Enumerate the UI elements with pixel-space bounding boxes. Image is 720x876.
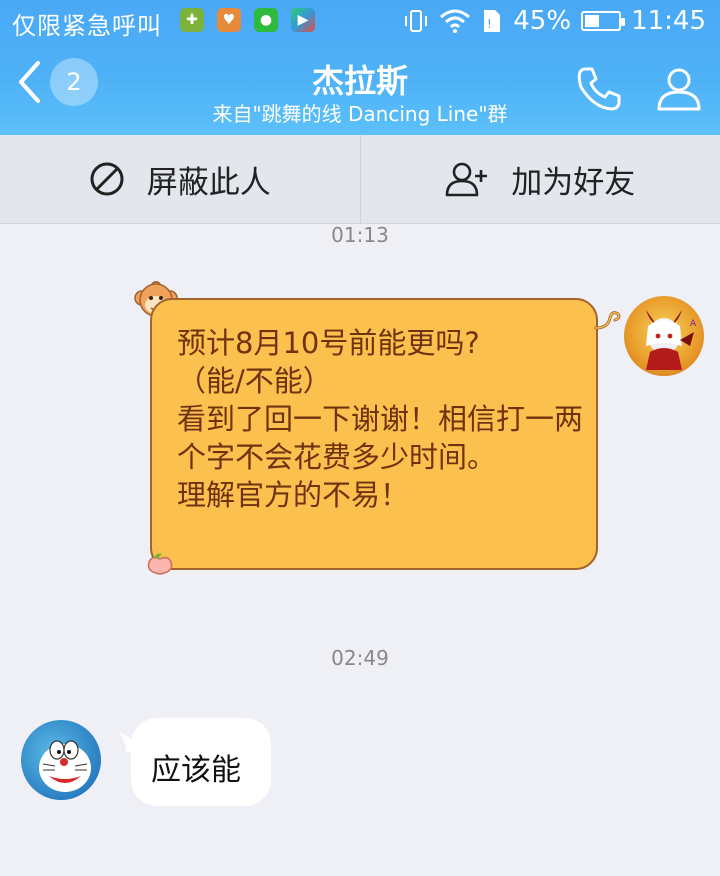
- wechat-icon: ●: [254, 8, 278, 32]
- block-user-button[interactable]: 屏蔽此人: [0, 135, 360, 223]
- outgoing-message-text: 预计8月10号前能更吗? （能/不能） 看到了回一下谢谢！相信打一两个字不会花费…: [177, 326, 584, 512]
- add-friend-label: 加为好友: [511, 164, 636, 201]
- notification-app-orange-icon: ♥: [217, 8, 241, 32]
- action-bar: 屏蔽此人 加为好友: [0, 135, 720, 224]
- profile-icon[interactable]: [654, 64, 704, 114]
- peach-sticker-icon: [147, 553, 173, 575]
- add-friend-icon: [445, 162, 488, 197]
- battery-icon: [581, 11, 626, 31]
- svg-text:!: !: [487, 17, 492, 31]
- incoming-message-bubble[interactable]: 应该能: [131, 718, 271, 806]
- wifi-icon: [440, 9, 471, 33]
- play-store-icon: ▶: [291, 8, 315, 32]
- status-bar: 仅限紧急呼叫 ✚ ♥ ● ▶ ! 45% 11:45: [0, 0, 720, 42]
- carrier-text: 仅限紧急呼叫: [12, 12, 162, 40]
- header: 仅限紧急呼叫 ✚ ♥ ● ▶ ! 45% 11:45 2 杰拉斯 来自"跳舞的线…: [0, 0, 720, 135]
- demon-character-icon: A: [646, 310, 697, 370]
- add-friend-button[interactable]: 加为好友: [359, 135, 720, 223]
- status-indicators: ! 45% 11:45: [403, 6, 706, 36]
- phone-call-icon[interactable]: [574, 64, 624, 114]
- outgoing-message-bubble[interactable]: 预计8月10号前能更吗? （能/不能） 看到了回一下谢谢！相信打一两个字不会花费…: [150, 298, 598, 570]
- block-user-label: 屏蔽此人: [146, 164, 271, 201]
- clock: 11:45: [631, 6, 706, 36]
- sim-icon: !: [484, 10, 501, 32]
- notification-icons: ✚ ♥ ● ▶: [180, 8, 315, 32]
- bubble-tail-curl-icon: [594, 311, 621, 330]
- svg-text:A: A: [690, 319, 697, 329]
- block-icon: [90, 162, 124, 196]
- notification-app-green-icon: ✚: [180, 8, 204, 32]
- battery-fill: [585, 15, 600, 27]
- vibrate-icon: [405, 10, 428, 32]
- nav-bar: 2 杰拉斯 来自"跳舞的线 Dancing Line"群: [0, 42, 720, 135]
- message-timestamp: 01:13: [331, 223, 389, 247]
- battery-percent: 45%: [513, 6, 572, 36]
- sender-avatar[interactable]: [21, 720, 101, 800]
- doraemon-character-icon: [39, 740, 91, 792]
- self-avatar[interactable]: A: [624, 296, 704, 376]
- message-timestamp: 02:49: [331, 646, 389, 670]
- incoming-message-text: 应该能: [151, 753, 241, 788]
